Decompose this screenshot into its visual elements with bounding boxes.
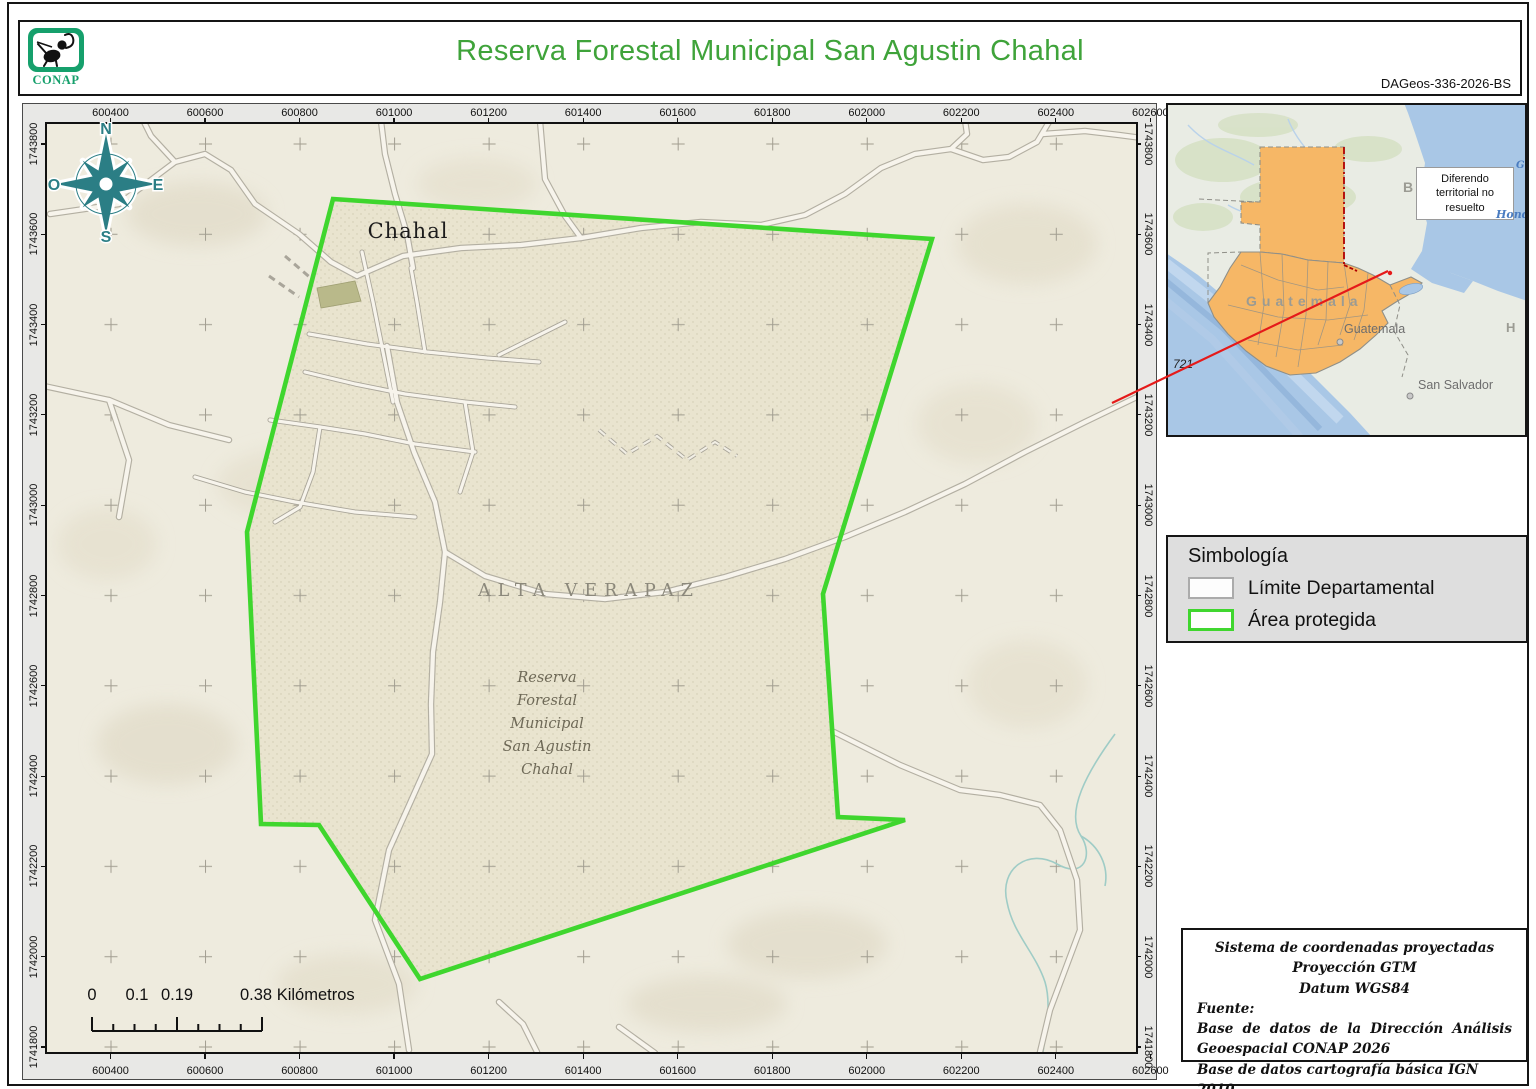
compass-rose: N E S O <box>48 122 164 244</box>
source-line: Base de datos de la Dirección Análisis G… <box>1197 1021 1512 1058</box>
city-label: Guatemala <box>1344 322 1406 336</box>
crs-line: Proyección GTM <box>1292 960 1417 977</box>
department-label: ALTA VERAPAZ <box>477 581 700 601</box>
town-label: Chahal <box>368 219 449 243</box>
source-line: Base de datos cartografía básica IGN 201… <box>1197 1061 1479 1089</box>
map-frame: Chahal ALTA VERAPAZ Reserva Forestal Mun… <box>22 103 1169 1080</box>
compass-n: N <box>100 122 112 138</box>
legend-label: Límite Departamental <box>1248 576 1435 599</box>
scale-bar: 0 0.1 0.19 0.38 Kilómetros <box>70 984 400 1036</box>
belize-label-partial: B <box>1403 179 1414 195</box>
honduras-label-partial: H o <box>1506 320 1525 335</box>
san-salvador-dot <box>1406 392 1414 400</box>
document-id: DAGeos-336-2026-BS <box>1380 76 1511 91</box>
scale-ruler <box>91 1017 263 1032</box>
reserve-location-dot <box>1387 270 1393 276</box>
scale-label-038: 0.38 Kilómetros <box>240 986 355 1004</box>
map-document-page: CONAP Reserva Forestal Municipal San Agu… <box>0 0 1536 1089</box>
guatemala-city-dot <box>1336 338 1344 346</box>
legend-item-protected: Área protegida <box>1188 607 1376 633</box>
san-salvador-label: San Salvador <box>1418 378 1494 392</box>
conap-wordmark: CONAP <box>32 73 80 87</box>
country-label: Guatemala <box>1246 293 1363 309</box>
sea-label-partial: Hond <box>1496 208 1527 221</box>
departmental-swatch <box>1188 577 1234 599</box>
source-label: Fuente: <box>1197 1000 1255 1017</box>
crs-line: Datum WGS84 <box>1299 980 1410 997</box>
map-canvas: Chahal ALTA VERAPAZ Reserva Forestal Mun… <box>45 122 1138 1054</box>
compass-e: E <box>153 177 164 194</box>
legend-label: Área protegida <box>1248 608 1376 631</box>
scale-label-0: 0 <box>87 986 97 1004</box>
sea-label-partial-2: Gu <box>1516 160 1525 171</box>
compass-w: O <box>48 177 60 194</box>
header: CONAP Reserva Forestal Municipal San Agu… <box>18 20 1522 96</box>
inset-locator-map: Diferendo territorial no resuelto B Guat… <box>1166 103 1527 437</box>
reserve-label-line: Forestal <box>516 693 577 709</box>
legend-title: Simbología <box>1188 545 1289 567</box>
reserve-label-line: Reserva <box>516 670 576 686</box>
compass-s: S <box>101 229 112 244</box>
page-title: Reserva Forestal Municipal San Agustin C… <box>456 35 1084 67</box>
protected-swatch <box>1188 609 1234 631</box>
base-map: Chahal ALTA VERAPAZ Reserva Forestal Mun… <box>47 124 1136 1052</box>
scale-label-019: 0.19 <box>160 986 194 1004</box>
legend-item-departmental: Límite Departamental <box>1188 575 1434 601</box>
credits-box: Sistema de coordenadas proyectadas Proye… <box>1181 928 1528 1089</box>
reserve-label-line: San Agustin <box>503 739 592 755</box>
ref-number: 721 <box>1173 357 1194 371</box>
crs-line: Sistema de coordenadas proyectadas <box>1214 940 1495 956</box>
reserve-label-line: Chahal <box>521 762 573 778</box>
scale-label-01: 0.1 <box>125 986 149 1004</box>
legend: Simbología Límite Departamental Área pro… <box>1166 535 1528 643</box>
reserve-label-line: Municipal <box>509 716 584 732</box>
